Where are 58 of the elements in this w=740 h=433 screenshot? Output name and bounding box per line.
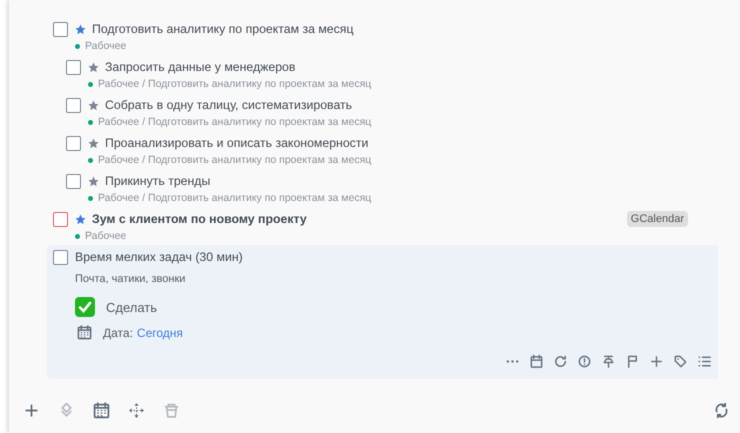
task-row[interactable]: Запросить данные у менеджеров Рабочее / Подготовить аналитику по проектам за месяц: [47, 55, 718, 93]
task-checkbox[interactable]: [53, 22, 68, 36]
calendar-icon: [77, 325, 92, 340]
date-value[interactable]: Сегодня: [136, 326, 183, 340]
task-row[interactable]: Прикинуть тренды Рабочее / Подготовить аналитику по проектам за месяц: [47, 169, 718, 207]
checklist-item: Сделать: [106, 300, 158, 314]
sync-icon[interactable]: [713, 402, 730, 419]
task-checkbox[interactable]: [66, 174, 81, 188]
tag-icon[interactable]: [673, 354, 688, 369]
star-icon[interactable]: [75, 214, 86, 224]
list-dot: [75, 234, 80, 238]
star-icon[interactable]: [88, 100, 99, 110]
task-row[interactable]: Подготовить аналитику по проектам за месяц Рабочее: [47, 17, 718, 55]
task-path: Рабочее: [85, 40, 126, 52]
task-title: Собрать в одну талицу, систематизировать: [105, 98, 352, 112]
list-dot: [88, 196, 93, 200]
list-icon[interactable]: [697, 354, 712, 369]
task-title: Зум с клиентом по новому проекту: [92, 212, 307, 226]
plus-icon[interactable]: [649, 354, 664, 369]
repeat-icon[interactable]: [553, 354, 568, 369]
list-dot: [88, 82, 93, 86]
star-icon[interactable]: [88, 62, 99, 72]
task-path: Рабочее: [85, 230, 126, 242]
task-path: Рабочее / Подготовить аналитику по проектам за месяц: [98, 116, 372, 128]
list-dot: [75, 44, 80, 48]
list-dot: [88, 120, 93, 124]
task-row[interactable]: Зум с клиентом по новому проекту GCalendar Рабочее: [47, 207, 718, 245]
star-icon[interactable]: [75, 24, 86, 34]
task-notes: Почта, чатики, звонки: [75, 273, 186, 285]
task-checkbox[interactable]: [66, 98, 81, 112]
task-row[interactable]: Собрать в одну талицу, систематизировать Рабочее / Подготовить аналитику по проектам за месяц: [47, 93, 718, 131]
calendar-tag: GCalendar: [626, 211, 688, 227]
task-title: Запросить данные у менеджеров: [105, 60, 296, 74]
task-path: Рабочее / Подготовить аналитику по проектам за месяц: [98, 192, 372, 204]
alert-icon[interactable]: [577, 354, 592, 369]
plus-icon[interactable]: [23, 402, 40, 419]
star-icon[interactable]: [88, 138, 99, 148]
task-row[interactable]: Проанализировать и описать закономерности Рабочее / Подготовить аналитику по проектам за месяц: [47, 131, 718, 169]
task-title: Прикинуть тренды: [105, 174, 210, 188]
task-path: Рабочее / Подготовить аналитику по проектам за месяц: [98, 78, 372, 90]
task-checkbox[interactable]: [53, 212, 68, 226]
date-label: Дата:: [103, 326, 133, 340]
task-title: Время мелких задач (30 мин): [75, 250, 243, 264]
task-checkbox[interactable]: [66, 60, 81, 74]
task-card[interactable]: Время мелких задач (30 мин) Почта, чатики, звонки Сделать Дата: Сегодня: [47, 245, 718, 379]
pin-icon[interactable]: [601, 354, 616, 369]
task-checkbox[interactable]: [66, 136, 81, 150]
checklist-checkbox[interactable]: [75, 297, 95, 317]
task-checkbox[interactable]: [53, 250, 68, 264]
move-icon[interactable]: [128, 402, 145, 419]
star-icon[interactable]: [88, 176, 99, 186]
task-path: Рабочее / Подготовить аналитику по проектам за месяц: [98, 154, 372, 166]
list-dot: [88, 158, 93, 162]
calendar-icon[interactable]: [93, 402, 110, 419]
flag-icon[interactable]: [625, 354, 640, 369]
task-title: Проанализировать и описать закономерности: [105, 136, 368, 150]
calendar-icon[interactable]: [529, 354, 544, 369]
task-title: Подготовить аналитику по проектам за месяц: [92, 22, 354, 36]
